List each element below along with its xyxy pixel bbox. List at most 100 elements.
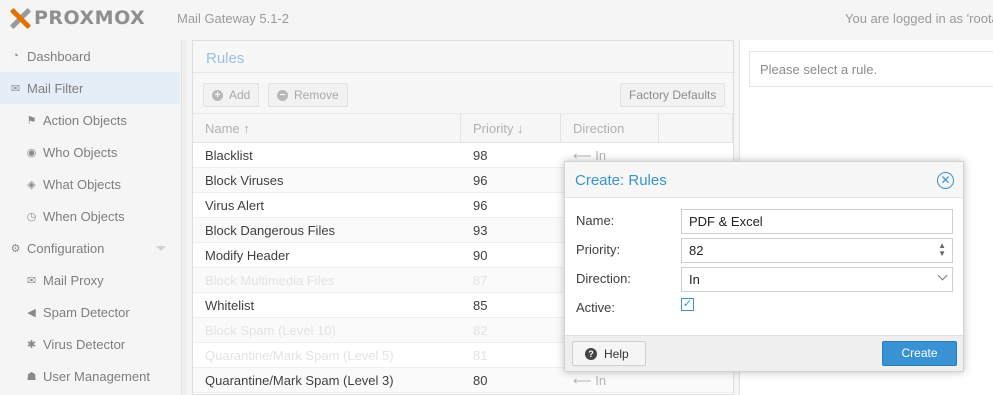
nav-item-label: When Objects — [43, 208, 125, 224]
question-circle-icon: ? — [585, 347, 597, 360]
priority-spinner[interactable]: 82 ▲ ▼ — [681, 238, 953, 263]
remove-button-label: Remove — [294, 88, 339, 102]
rule-name: Blacklist — [205, 148, 253, 163]
direction-label: Direction: — [576, 271, 631, 286]
rule-priority: 96 — [473, 198, 488, 213]
column-header-name[interactable]: Name ↑ — [193, 114, 461, 142]
rule-priority: 80 — [473, 373, 488, 388]
rule-name: Virus Alert — [205, 198, 265, 213]
rule-priority: 87 — [473, 273, 488, 288]
name-field[interactable]: PDF & Excel — [681, 209, 953, 234]
clock-icon: ◷ — [26, 210, 37, 223]
panel-splitter[interactable] — [181, 40, 187, 395]
help-button[interactable]: ? Help — [572, 341, 646, 366]
direction-row: Direction: In — [576, 267, 954, 292]
nav-item-label: Mail Filter — [27, 80, 84, 96]
rule-name: Quarantine/Mark Spam (Level 5) — [205, 348, 394, 363]
nav-item-configuration[interactable]: ⚙ Configuration — [0, 232, 180, 264]
help-button-label: Help — [604, 346, 629, 361]
rules-toolbar: + Add − Remove Factory Defaults — [193, 73, 733, 113]
column-header-direction[interactable]: Direction — [561, 114, 659, 142]
nav-item-when-objects[interactable]: ◷ When Objects — [0, 200, 180, 232]
logo-x-icon — [8, 7, 32, 30]
bug-icon: ✱ — [26, 338, 37, 351]
direction-select[interactable]: In — [681, 267, 953, 292]
cube-icon: ◈ — [27, 178, 36, 191]
priority-label: Priority: — [576, 242, 621, 257]
rules-title: Rules — [193, 41, 733, 73]
top-bar: PROXMOX Mail Gateway 5.1-2 You are logge… — [0, 0, 993, 38]
nav-item-label: Action Objects — [43, 112, 127, 128]
users-icon: ☗ — [26, 370, 37, 383]
add-button-label: Add — [229, 88, 251, 102]
nav-item-label: Configuration — [27, 240, 105, 256]
minus-circle-icon: − — [277, 89, 288, 101]
rule-priority: 98 — [473, 148, 488, 163]
active-row: Active: ✓ — [576, 296, 954, 320]
flag-icon: ⚑ — [26, 114, 37, 127]
priority-row: Priority: 82 ▲ ▼ — [576, 238, 954, 263]
navigation-tree: ◔ Dashboard ✉ Mail Filter ⚑ Action Objec… — [0, 40, 180, 395]
dialog-title: Create: Rules — [575, 172, 667, 189]
nav-item-what-objects[interactable]: ◈ What Objects — [0, 168, 180, 200]
nav-item-label: Dashboard — [27, 48, 91, 64]
nav-item-mail-proxy[interactable]: ✉ Mail Proxy — [0, 264, 180, 296]
spinner-arrows-icon[interactable]: ▲ ▼ — [938, 242, 946, 258]
active-label: Active: — [576, 300, 616, 315]
nav-item-label: Mail Proxy — [43, 272, 104, 288]
envelope-icon: ✉ — [10, 82, 21, 95]
envelope-o-icon: ✉ — [26, 274, 37, 287]
product-version: Mail Gateway 5.1-2 — [177, 11, 289, 26]
dialog-header: Create: Rules ✕ — [565, 162, 963, 198]
factory-defaults-label: Factory Defaults — [629, 88, 717, 102]
grid-header: Name ↑ Priority ↓ Direction — [193, 113, 733, 143]
name-row: Name: PDF & Excel — [576, 209, 954, 234]
bullhorn-icon: ◀ — [27, 306, 36, 319]
rule-name: Block Spam (Level 10) — [205, 323, 336, 338]
nav-item-label: User Management — [43, 368, 150, 384]
nav-item-label: Who Objects — [43, 144, 118, 160]
priority-value: 82 — [689, 243, 704, 258]
nav-item-mail-filter[interactable]: ✉ Mail Filter — [0, 72, 180, 104]
nav-item-spam-detector[interactable]: ◀ Spam Detector — [0, 296, 180, 328]
remove-button[interactable]: − Remove — [268, 83, 348, 107]
nav-item-label: What Objects — [43, 176, 122, 192]
column-header-priority[interactable]: Priority ↓ — [461, 114, 561, 142]
create-button[interactable]: Create — [882, 341, 957, 366]
rule-name: Block Viruses — [205, 173, 284, 188]
dialog-footer: ? Help Create — [565, 335, 963, 371]
nav-item-virus-detector[interactable]: ✱ Virus Detector — [0, 328, 180, 360]
nav-item-label: Spam Detector — [43, 304, 130, 320]
nav-item-label: Virus Detector — [43, 336, 126, 352]
rule-priority: 82 — [473, 323, 488, 338]
nav-item-dashboard[interactable]: ◔ Dashboard — [0, 40, 180, 72]
active-checkbox[interactable]: ✓ — [681, 298, 694, 311]
chevron-down-icon[interactable] — [156, 246, 166, 251]
rule-name: Block Dangerous Files — [205, 223, 336, 238]
nav-item-user-management[interactable]: ☗ User Management — [0, 360, 180, 392]
rule-priority: 93 — [473, 223, 488, 238]
rule-name: Quarantine/Mark Spam (Level 3) — [205, 373, 394, 388]
proxmox-logo: PROXMOX — [8, 7, 146, 30]
logo-text: PROXMOX — [34, 7, 146, 29]
nav-item-who-objects[interactable]: ◉ Who Objects — [0, 136, 180, 168]
rule-name: Block Multimedia Files — [205, 273, 335, 288]
rule-priority: 90 — [473, 248, 488, 263]
rule-name: Whitelist — [205, 298, 255, 313]
rule-name: Modify Header — [205, 248, 290, 263]
factory-defaults-button[interactable]: Factory Defaults — [620, 83, 726, 107]
rule-priority: 96 — [473, 173, 488, 188]
gears-icon: ⚙ — [10, 242, 21, 255]
direction-value: In — [689, 272, 700, 287]
login-status: You are logged in as 'roota — [845, 11, 993, 26]
column-header-actions — [659, 114, 733, 142]
dashboard-icon: ◔ — [12, 50, 19, 62]
add-button[interactable]: + Add — [203, 83, 260, 107]
plus-circle-icon: + — [212, 89, 223, 101]
chevron-down-icon[interactable] — [937, 270, 948, 281]
user-circle-icon: ◉ — [26, 146, 37, 159]
select-rule-message: Please select a rule. — [749, 51, 993, 87]
close-icon[interactable]: ✕ — [937, 172, 954, 189]
rule-priority: 81 — [473, 348, 488, 363]
nav-item-action-objects[interactable]: ⚑ Action Objects — [0, 104, 180, 136]
